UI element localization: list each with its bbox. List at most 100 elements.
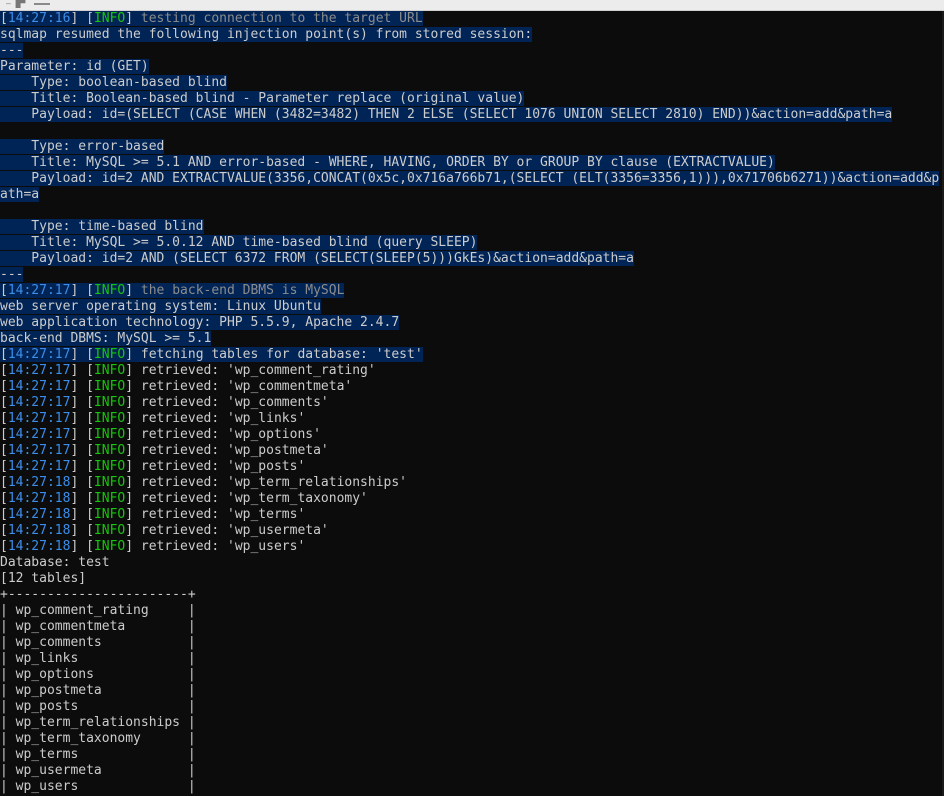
- terminal-line: [14:27:18] [INFO] retrieved: 'wp_term_ta…: [0, 491, 944, 507]
- output-text: +-----------------------+: [0, 587, 196, 602]
- log-timestamp: 14:27:18: [7, 475, 71, 490]
- terminal-line: | wp_commentmeta |: [0, 619, 944, 635]
- log-message: retrieved: 'wp_usermeta': [133, 523, 329, 538]
- output-text: | wp_usermeta |: [0, 763, 196, 778]
- log-timestamp: 14:27:18: [7, 507, 71, 522]
- terminal-line: | wp_postmeta |: [0, 683, 944, 699]
- terminal-line: Parameter: id (GET): [0, 59, 944, 75]
- line-content: Type: time-based blind: [0, 219, 204, 234]
- bracket: [: [0, 347, 8, 362]
- terminal-line: [14:27:17] [INFO] retrieved: 'wp_options…: [0, 427, 944, 443]
- terminal-line: [14:27:16] [INFO] testing connection to …: [0, 11, 944, 27]
- output-text: web application technology: PHP 5.5.9, A…: [0, 315, 400, 330]
- terminal-line: [14:27:18] [INFO] retrieved: 'wp_term_re…: [0, 475, 944, 491]
- terminal-line: [14:27:17] [INFO] retrieved: 'wp_posts': [0, 459, 944, 475]
- bracket: [: [0, 443, 8, 458]
- log-message: retrieved: 'wp_options': [133, 427, 321, 442]
- terminal-line: Title: MySQL >= 5.1 AND error-based - WH…: [0, 155, 944, 171]
- line-content: [14:27:16] [INFO] testing connection to …: [0, 11, 423, 26]
- line-content: ---: [0, 267, 24, 282]
- bracket: [: [0, 523, 8, 538]
- line-content: web server operating system: Linux Ubunt…: [0, 299, 321, 314]
- log-level: INFO: [93, 11, 126, 26]
- terminal-line: Type: boolean-based blind: [0, 75, 944, 91]
- log-timestamp: 14:27:17: [7, 395, 71, 410]
- line-content: [14:27:18] [INFO] retrieved: 'wp_usermet…: [0, 523, 329, 538]
- log-message: retrieved: 'wp_links': [133, 411, 306, 426]
- line-content: Payload: id=2 AND EXTRACTVALUE(3356,CONC…: [0, 171, 940, 186]
- line-content: [14:27:17] [INFO] retrieved: 'wp_posts': [0, 459, 305, 474]
- bracket: ]: [125, 443, 134, 458]
- line-content: [14:27:18] [INFO] retrieved: 'wp_terms': [0, 507, 305, 522]
- terminal-window[interactable]: — █▀ [14:27:16] [INFO] testing connectio…: [0, 0, 944, 796]
- line-content: | wp_users |: [0, 779, 196, 794]
- output-text: | wp_commentmeta |: [0, 619, 196, 634]
- bracket: ] [: [70, 395, 94, 410]
- output-text: Type: error-based: [0, 139, 165, 154]
- terminal-line: Payload: id=2 AND (SELECT 6372 FROM (SEL…: [0, 251, 944, 267]
- terminal-line: | wp_posts |: [0, 699, 944, 715]
- log-level: INFO: [93, 491, 126, 506]
- log-level: INFO: [93, 459, 126, 474]
- log-timestamp: 14:27:17: [7, 347, 71, 362]
- bracket: [: [0, 283, 8, 298]
- bracket: ] [: [70, 459, 94, 474]
- bracket: ]: [125, 459, 134, 474]
- bracket: ] [: [70, 363, 94, 378]
- line-content: Type: boolean-based blind: [0, 75, 227, 90]
- bracket: ]: [125, 395, 134, 410]
- bracket: [: [0, 411, 8, 426]
- title-bar[interactable]: — █▀: [0, 0, 944, 11]
- tab-fragment: [34, 3, 50, 5]
- output-text: Type: time-based blind: [0, 219, 204, 234]
- output-text: | wp_options |: [0, 667, 196, 682]
- terminal-line: | wp_options |: [0, 667, 944, 683]
- bracket: [: [0, 427, 8, 442]
- bracket: ]: [125, 491, 134, 506]
- log-timestamp: 14:27:17: [7, 379, 71, 394]
- bracket: ] [: [70, 11, 94, 26]
- log-level: INFO: [93, 523, 126, 538]
- terminal-line: ath=a: [0, 187, 944, 203]
- line-content: Payload: id=(SELECT (CASE WHEN (3482=348…: [0, 107, 893, 122]
- line-content: | wp_comment_rating |: [0, 603, 196, 618]
- terminal-line: Payload: id=(SELECT (CASE WHEN (3482=348…: [0, 107, 944, 123]
- output-text: | wp_comment_rating |: [0, 603, 196, 618]
- line-content: [14:27:17] [INFO] the back-end DBMS is M…: [0, 283, 345, 298]
- line-content: sqlmap resumed the following injection p…: [0, 27, 533, 42]
- bracket: [: [0, 507, 8, 522]
- output-text: [12 tables]: [0, 571, 87, 586]
- terminal-line: [14:27:17] [INFO] fetching tables for da…: [0, 347, 944, 363]
- terminal-line: web application technology: PHP 5.5.9, A…: [0, 315, 944, 331]
- bracket: ]: [125, 363, 134, 378]
- output-text: ---: [0, 267, 24, 282]
- terminal-line: | wp_comments |: [0, 635, 944, 651]
- output-text: Title: MySQL >= 5.1 AND error-based - WH…: [0, 155, 775, 170]
- bracket: ]: [125, 283, 134, 298]
- line-content: ---: [0, 43, 24, 58]
- log-level: INFO: [93, 475, 126, 490]
- terminal-line: | wp_term_relationships |: [0, 715, 944, 731]
- log-level: INFO: [93, 347, 126, 362]
- log-timestamp: 14:27:17: [7, 411, 71, 426]
- terminal-output[interactable]: [14:27:16] [INFO] testing connection to …: [0, 11, 944, 795]
- output-text: | wp_terms |: [0, 747, 196, 762]
- log-level: INFO: [93, 395, 126, 410]
- output-text: Payload: id=2 AND EXTRACTVALUE(3356,CONC…: [0, 171, 940, 186]
- terminal-line: [14:27:17] [INFO] the back-end DBMS is M…: [0, 283, 944, 299]
- line-content: | wp_options |: [0, 667, 196, 682]
- output-text: | wp_users |: [0, 779, 196, 794]
- output-text: | wp_comments |: [0, 635, 196, 650]
- line-content: | wp_comments |: [0, 635, 196, 650]
- log-message: retrieved: 'wp_terms': [133, 507, 306, 522]
- line-content: | wp_links |: [0, 651, 196, 666]
- line-content: [14:27:17] [INFO] retrieved: 'wp_links': [0, 411, 305, 426]
- bracket: ]: [125, 523, 134, 538]
- terminal-line: [14:27:17] [INFO] retrieved: 'wp_comment…: [0, 379, 944, 395]
- line-content: [14:27:17] [INFO] retrieved: 'wp_comment…: [0, 379, 352, 394]
- bracket: ]: [125, 347, 134, 362]
- line-content: | wp_terms |: [0, 747, 196, 762]
- line-content: Parameter: id (GET): [0, 59, 149, 74]
- log-message: retrieved: 'wp_users': [133, 539, 306, 554]
